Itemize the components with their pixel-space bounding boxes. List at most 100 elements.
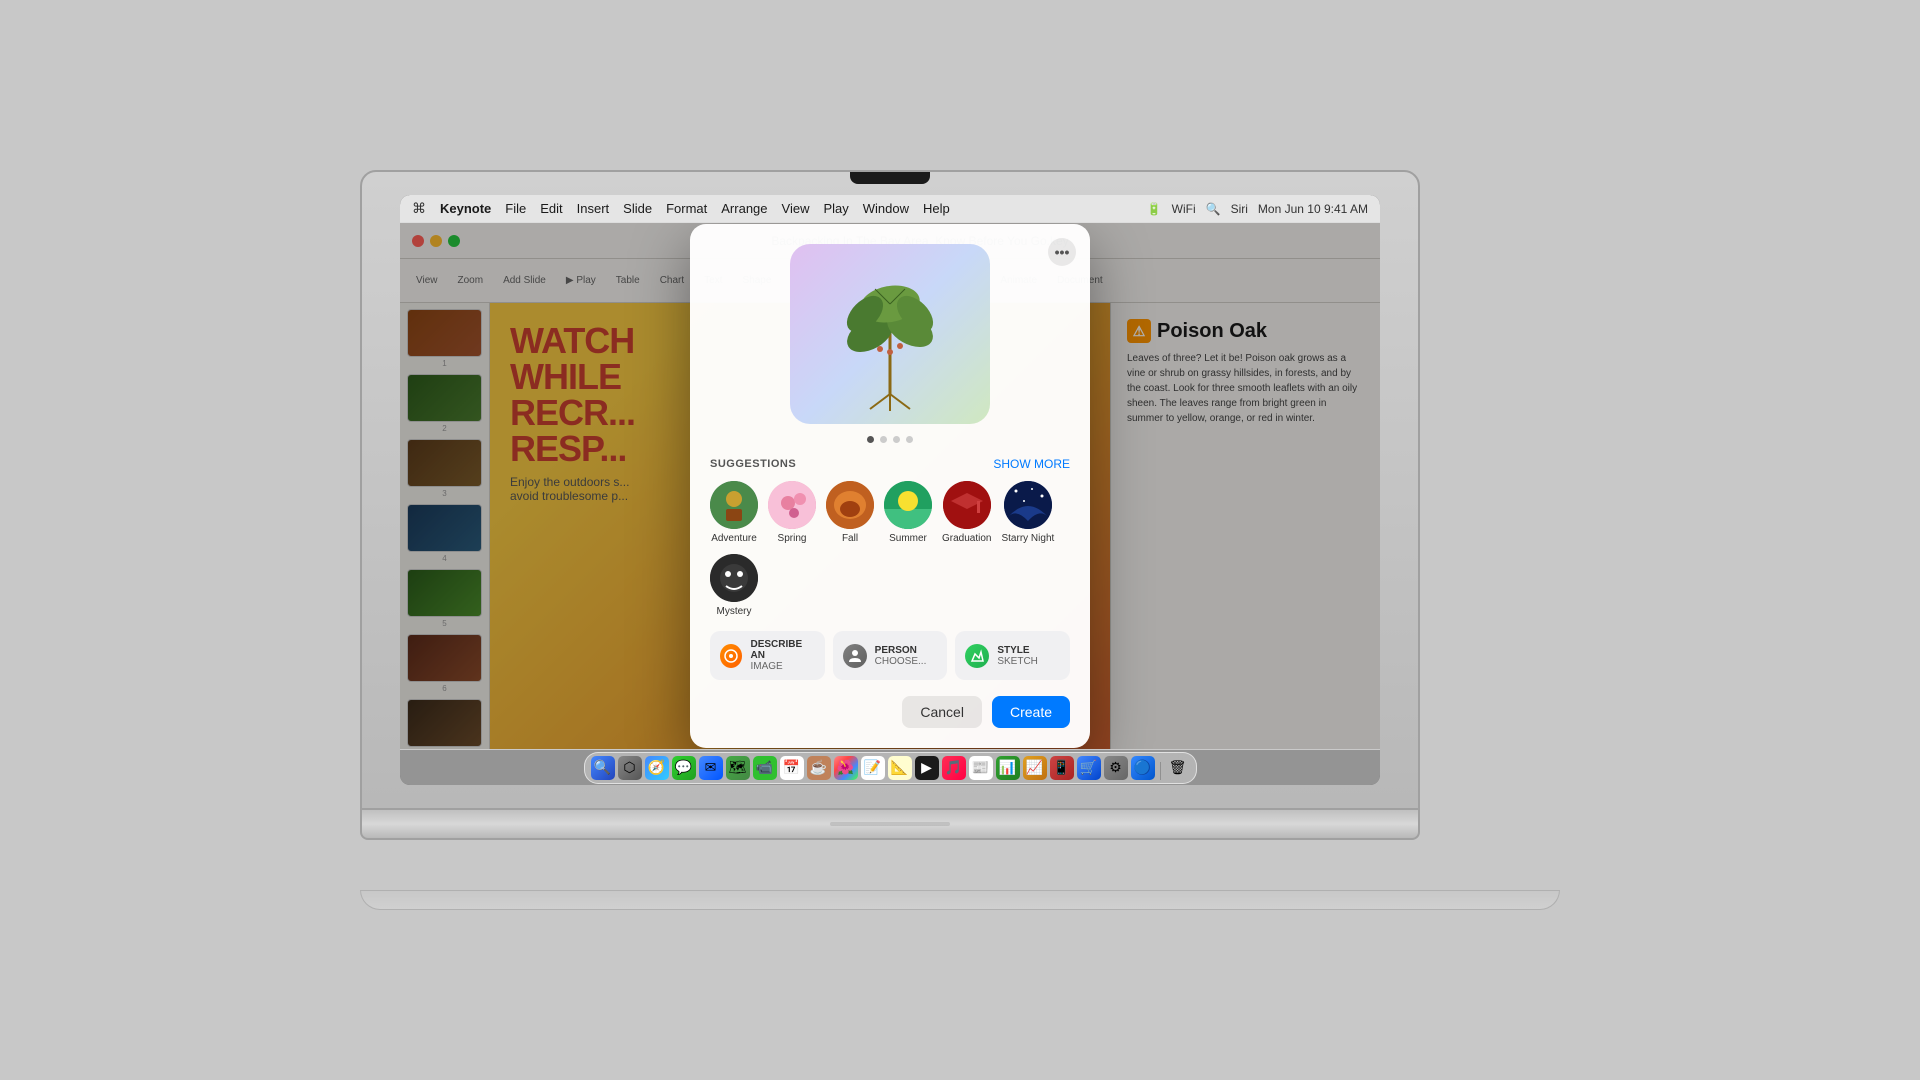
style-option[interactable]: STYLE SKETCH bbox=[955, 631, 1070, 680]
chip-adventure[interactable]: Adventure bbox=[710, 481, 758, 544]
menu-edit[interactable]: Edit bbox=[540, 201, 562, 216]
dock-appstore[interactable]: 🛒 bbox=[1077, 756, 1101, 780]
dialog-buttons: Cancel Create bbox=[710, 696, 1070, 728]
menu-format[interactable]: Format bbox=[666, 201, 707, 216]
dock-profiles[interactable]: 🔵 bbox=[1131, 756, 1155, 780]
suggestions-label: SUGGESTIONS bbox=[710, 458, 796, 470]
menu-file[interactable]: File bbox=[505, 201, 526, 216]
menu-help[interactable]: Help bbox=[923, 201, 950, 216]
menu-window[interactable]: Window bbox=[863, 201, 909, 216]
chip-adventure-circle bbox=[710, 481, 758, 529]
screen-bezel: ⌘ Keynote File Edit Insert Slide Format … bbox=[400, 195, 1380, 785]
dock-freeform[interactable]: 📐 bbox=[888, 756, 912, 780]
camera-notch bbox=[850, 172, 930, 184]
trackpad-notch bbox=[830, 822, 950, 826]
dock-settings[interactable]: ⚙ bbox=[1104, 756, 1128, 780]
chip-summer[interactable]: Summer bbox=[884, 481, 932, 544]
more-options-button[interactable]: ••• bbox=[1048, 238, 1076, 266]
chip-adventure-label: Adventure bbox=[711, 533, 757, 544]
battery-icon: 🔋 bbox=[1147, 202, 1162, 216]
screen-content: Backpacking In The Bay Area_Know Before … bbox=[400, 223, 1380, 749]
dot-1[interactable] bbox=[867, 436, 874, 443]
menu-play[interactable]: Play bbox=[823, 201, 848, 216]
chip-starry-night[interactable]: Starry Night bbox=[1001, 481, 1054, 544]
person-icon bbox=[843, 644, 867, 668]
macbook-base bbox=[360, 890, 1560, 910]
dock-photos[interactable]: 🌺 bbox=[834, 756, 858, 780]
chip-spring[interactable]: Spring bbox=[768, 481, 816, 544]
dock-numbers[interactable]: 📊 bbox=[996, 756, 1020, 780]
menu-view[interactable]: View bbox=[782, 201, 810, 216]
menu-slide[interactable]: Slide bbox=[623, 201, 652, 216]
dock-calendar[interactable]: 📅 bbox=[780, 756, 804, 780]
chip-fall-circle bbox=[826, 481, 874, 529]
option-pills: DESCRIBE AN IMAGE bbox=[710, 631, 1070, 680]
wifi-icon: WiFi bbox=[1172, 202, 1196, 216]
dock-finder[interactable]: 🔍 bbox=[591, 756, 615, 780]
describe-subtitle: IMAGE bbox=[750, 661, 814, 672]
style-chips-container: Adventure Spring bbox=[710, 481, 1070, 617]
plant-svg bbox=[810, 254, 970, 414]
dock-coffee[interactable]: ☕ bbox=[807, 756, 831, 780]
dock-mail[interactable]: ✉ bbox=[699, 756, 723, 780]
menu-arrange[interactable]: Arrange bbox=[721, 201, 767, 216]
search-icon[interactable]: 🔍 bbox=[1206, 202, 1221, 216]
chip-starry-night-circle bbox=[1004, 481, 1052, 529]
macbook-lid: ⌘ Keynote File Edit Insert Slide Format … bbox=[360, 170, 1420, 810]
menu-bar: ⌘ Keynote File Edit Insert Slide Format … bbox=[400, 195, 1380, 223]
chip-mystery[interactable]: Mystery bbox=[710, 554, 758, 617]
chip-mystery-label: Mystery bbox=[717, 606, 752, 617]
menu-insert[interactable]: Insert bbox=[577, 201, 610, 216]
dock-safari[interactable]: 🧭 bbox=[645, 756, 669, 780]
style-title: STYLE bbox=[997, 645, 1038, 656]
show-more-button[interactable]: SHOW MORE bbox=[993, 457, 1070, 471]
suggestions-header: SUGGESTIONS SHOW MORE bbox=[710, 457, 1070, 471]
apple-logo-icon[interactable]: ⌘ bbox=[412, 200, 426, 217]
describe-title: DESCRIBE AN bbox=[750, 639, 814, 661]
image-generation-dialog: ••• bbox=[690, 224, 1090, 748]
dock-mirroring[interactable]: 📱 bbox=[1050, 756, 1074, 780]
dock-music[interactable]: 🎵 bbox=[942, 756, 966, 780]
chip-mystery-circle bbox=[710, 554, 758, 602]
chip-starry-night-label: Starry Night bbox=[1001, 533, 1054, 544]
dock-maps[interactable]: 🗺 bbox=[726, 756, 750, 780]
style-icon bbox=[965, 644, 989, 668]
dock-container: 🔍 ⬡ 🧭 💬 ✉ 🗺 📹 📅 ☕ 🌺 📝 📐 ▶ 🎵 bbox=[400, 749, 1380, 785]
image-preview bbox=[790, 244, 990, 424]
dock-messages[interactable]: 💬 bbox=[672, 756, 696, 780]
style-subtitle: SKETCH bbox=[997, 656, 1038, 667]
keynote-window: Backpacking In The Bay Area_Know Before … bbox=[400, 223, 1380, 749]
dot-4[interactable] bbox=[906, 436, 913, 443]
describe-icon bbox=[720, 644, 742, 668]
dock-appletv[interactable]: ▶ bbox=[915, 756, 939, 780]
app-name[interactable]: Keynote bbox=[440, 201, 491, 216]
dock-reminders[interactable]: 📝 bbox=[861, 756, 885, 780]
macbook-shell: ⌘ Keynote File Edit Insert Slide Format … bbox=[360, 170, 1560, 910]
chip-graduation-label: Graduation bbox=[942, 533, 991, 544]
chip-graduation[interactable]: Graduation bbox=[942, 481, 991, 544]
dot-3[interactable] bbox=[893, 436, 900, 443]
person-subtitle: CHOOSE... bbox=[875, 656, 927, 667]
cancel-button[interactable]: Cancel bbox=[902, 696, 982, 728]
dock-keynote[interactable]: 📈 bbox=[1023, 756, 1047, 780]
chip-spring-label: Spring bbox=[778, 533, 807, 544]
chip-graduation-circle bbox=[943, 481, 991, 529]
create-button[interactable]: Create bbox=[992, 696, 1070, 728]
person-title: PERSON bbox=[875, 645, 927, 656]
person-option[interactable]: PERSON CHOOSE... bbox=[833, 631, 948, 680]
macbook-bottom bbox=[360, 810, 1420, 840]
dot-2[interactable] bbox=[880, 436, 887, 443]
dock-facetime[interactable]: 📹 bbox=[753, 756, 777, 780]
chip-fall-label: Fall bbox=[842, 533, 858, 544]
dock-news[interactable]: 📰 bbox=[969, 756, 993, 780]
dock-launchpad[interactable]: ⬡ bbox=[618, 756, 642, 780]
image-preview-container bbox=[710, 244, 1070, 424]
siri-icon[interactable]: Siri bbox=[1231, 202, 1248, 216]
chip-summer-circle bbox=[884, 481, 932, 529]
chip-fall[interactable]: Fall bbox=[826, 481, 874, 544]
chip-summer-label: Summer bbox=[889, 533, 927, 544]
dock-trash[interactable]: 🗑 bbox=[1166, 756, 1190, 780]
chip-spring-circle bbox=[768, 481, 816, 529]
pagination-dots bbox=[710, 436, 1070, 443]
describe-option[interactable]: DESCRIBE AN IMAGE bbox=[710, 631, 825, 680]
